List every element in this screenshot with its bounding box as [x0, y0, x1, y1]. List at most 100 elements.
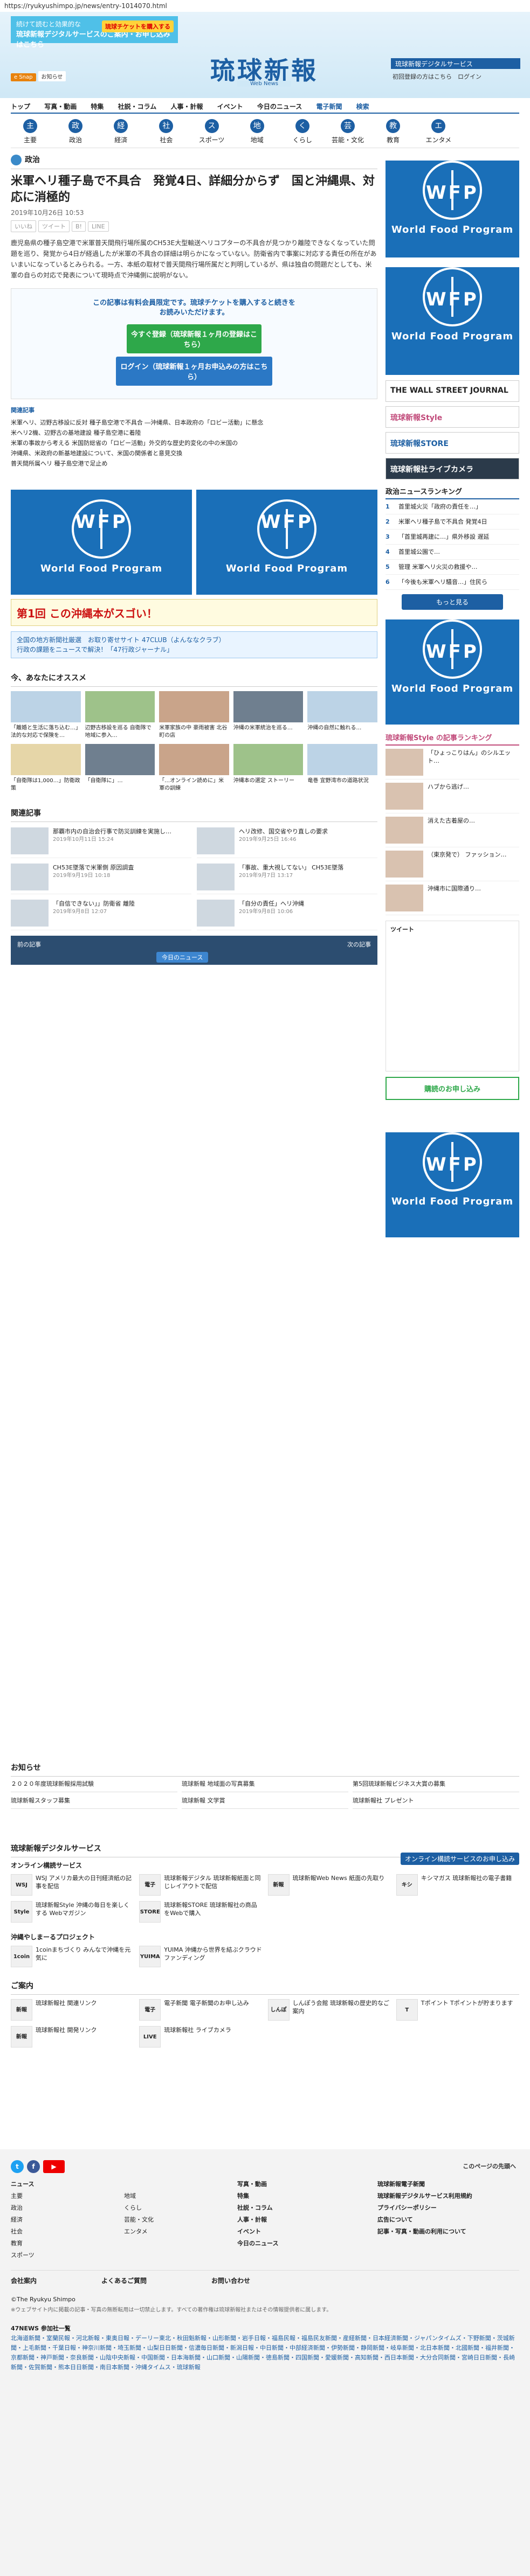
related-link[interactable]: 米軍の事故から考える 米国防総省の「ロビー活動」外交的な歴史的変化の中の米国の: [11, 438, 377, 448]
footer-link[interactable]: 芸能・文化: [124, 2214, 232, 2226]
guide-item[interactable]: しんぽ しんぽう会館 琉球新報の歴史的なご案内: [267, 1999, 391, 2021]
youtube-icon[interactable]: ▶: [43, 2160, 65, 2173]
faq-link[interactable]: よくあるご質問: [101, 2276, 147, 2285]
tweet-button[interactable]: ツイート: [38, 220, 70, 232]
side-wfp-ad[interactable]: WFP World Food Program: [386, 161, 519, 257]
subscribe-button[interactable]: 今すぐ登録（琉球新報１ヶ月の登録はこちら）: [127, 324, 261, 353]
recommend-card[interactable]: 「自衛隊は1,000…」防衛政策: [11, 744, 81, 792]
footer-link[interactable]: 写真・動画: [237, 2178, 372, 2190]
url-bar[interactable]: https://ryukyushimpo.jp/news/entry-10140…: [0, 0, 530, 12]
footer-link[interactable]: 社会: [11, 2226, 119, 2238]
digital-item[interactable]: キシ キシマガス 琉球新報社の電子書籍: [396, 1874, 519, 1896]
notice-item[interactable]: 琉球新報 文学賞: [182, 1797, 348, 1809]
digital-item[interactable]: WSJ WSJ アメリカ最大の日刊経済紙の記事を配信: [11, 1874, 134, 1896]
online-apply-button[interactable]: オンライン構読サービスのお申し込み: [400, 1853, 519, 1865]
nav-search[interactable]: 検索: [356, 100, 369, 114]
site-logo[interactable]: 琉球新報: [191, 51, 337, 85]
footer-link[interactable]: 記事・写真・動画の利用について: [377, 2226, 512, 2238]
digital-item[interactable]: Style 琉球新報Style 沖縄の毎日を楽しくする Webマガジン: [11, 1901, 134, 1923]
ranking-item[interactable]: 6 「今後も米軍ヘリ騒音…」住民ら: [386, 575, 519, 590]
cat-sports[interactable]: ススポーツ: [192, 116, 231, 144]
login-links[interactable]: 初回登録の方はこちら ログイン: [393, 72, 481, 81]
guide-item[interactable]: 新報 琉球新報社 開発リンク: [11, 2026, 134, 2048]
footer-link[interactable]: 主要: [11, 2190, 119, 2202]
style-item[interactable]: ハブから逃げ…: [386, 779, 519, 813]
news-entry[interactable]: 「事故、重大視してない」 CH53E墜落 2019年9月7日 13:17: [197, 864, 377, 894]
side-wfp-ad[interactable]: WFP World Food Program: [386, 619, 519, 725]
hatena-button[interactable]: B!: [72, 221, 86, 232]
store-banner[interactable]: 琉球新報STORE: [386, 432, 519, 454]
cat-politics[interactable]: 政政治: [56, 116, 95, 144]
side-wfp-ad[interactable]: WFP World Food Program: [386, 267, 519, 375]
nav-event[interactable]: イベント: [217, 100, 243, 114]
news-entry[interactable]: ヘリ改修、国交省やり直しの要求 2019年9月25日 16:46: [197, 827, 377, 858]
tab-esnap[interactable]: e Snap: [11, 73, 36, 81]
ticket-buy-button[interactable]: 琉球チケットを購入する: [102, 20, 174, 32]
footer-link[interactable]: 広告について: [377, 2214, 512, 2226]
news-entry[interactable]: CH53E墜落で米軍側 原因調査 2019年9月19日 10:18: [11, 864, 191, 894]
recommend-card[interactable]: 沖縄の米軍統治を巡る…: [233, 691, 304, 740]
style-item[interactable]: 「ひょっこりはん」のシルエット…: [386, 746, 519, 779]
line-button[interactable]: LINE: [87, 221, 109, 232]
notice-item[interactable]: 第5回琉球新報ビジネス大賞の募集: [353, 1780, 519, 1792]
footer-link[interactable]: 社説・コラム: [237, 2202, 372, 2214]
subscribe-cta-button[interactable]: 購読のお申し込み: [386, 1077, 519, 1100]
guide-item[interactable]: 電子 電子新聞 電子新聞のお申し込み: [139, 1999, 262, 2021]
recommend-card[interactable]: 「自衛隊に」…: [85, 744, 155, 792]
promo-link[interactable]: 行政の課題をニュースで解決！「47行政ジャーナル」: [17, 645, 371, 655]
style-banner[interactable]: 琉球新報Style: [386, 406, 519, 428]
guide-item[interactable]: 新報 琉球新報社 関連リンク: [11, 1999, 134, 2021]
next-article-link[interactable]: 次の記事: [347, 940, 371, 949]
login-button[interactable]: ログイン（琉球新報１ヶ月お申込みの方はこちら）: [116, 357, 272, 386]
nav-feature[interactable]: 特集: [91, 100, 104, 114]
footer-link[interactable]: 人事・計報: [237, 2214, 372, 2226]
wfp-ad[interactable]: WFP World Food Program: [196, 490, 377, 595]
wsj-banner[interactable]: THE WALL STREET JOURNAL: [386, 380, 519, 402]
footer-link[interactable]: エンタメ: [124, 2226, 232, 2238]
digital-service-link[interactable]: 琉球新報デジタルサービス: [391, 58, 520, 69]
ranking-item[interactable]: 4 首里城公園で…: [386, 545, 519, 560]
recommend-card[interactable]: 竜巻 宜野湾市の道路状況: [307, 744, 377, 792]
news-entry[interactable]: 「自分の責任」ヘリ沖縄 2019年9月8日 10:06: [197, 900, 377, 930]
recommend-card[interactable]: 沖縄の自然に触れる…: [307, 691, 377, 740]
footer-link[interactable]: くらし: [124, 2202, 232, 2214]
cat-culture[interactable]: 芸芸能・文化: [328, 116, 367, 144]
notice-item[interactable]: 琉球新報 地域面の写真募集: [182, 1780, 348, 1792]
top-ad-banner[interactable]: 続けて読むと効果的な 琉球新報デジタルサービスのご案内・お申し込みはこちら 琉球…: [11, 16, 178, 49]
livecam-banner[interactable]: 琉球新報社ライブカメラ: [386, 458, 519, 479]
cat-life[interactable]: くくらし: [283, 116, 322, 144]
footer-link[interactable]: 今日のニュース: [237, 2238, 372, 2250]
cat-education[interactable]: 教教育: [374, 116, 412, 144]
nav-people[interactable]: 人事・計報: [170, 100, 203, 114]
cat-entertainment[interactable]: エエンタメ: [419, 116, 458, 144]
footer-link[interactable]: 琉球新報デジタルサービス利用規約: [377, 2190, 512, 2202]
footer-link[interactable]: 政治: [11, 2202, 119, 2214]
press-links[interactable]: 北海道新聞・室蘭民報・河北新報・東奥日報・デーリー東北・秋田魁新報・山形新聞・岩…: [11, 2334, 519, 2372]
news-entry[interactable]: 「自信できない」」防衛省 離陸 2019年9月8日 12:07: [11, 900, 191, 930]
nav-epaper[interactable]: 電子新聞: [316, 100, 342, 114]
ranking-item[interactable]: 1 首里城火災「政府の責任を…」: [386, 499, 519, 514]
related-link[interactable]: 米軍ヘリ、辺野古移設に反対 種子島空港で不具合 ―沖縄県、日本政府の「ロビー活動…: [11, 418, 377, 427]
cat-main[interactable]: 主主要: [11, 116, 50, 144]
style-item[interactable]: 沖縄市に国際通り…: [386, 881, 519, 915]
related-link[interactable]: 普天間所属ヘリ 種子島空港で足止め: [11, 459, 377, 468]
notice-item[interactable]: 琉球新報スタッフ募集: [11, 1797, 177, 1809]
footer-link[interactable]: イベント: [237, 2226, 372, 2238]
recommend-card[interactable]: 「…オンライン読めに」米軍の訓練: [159, 744, 229, 792]
company-link[interactable]: 会社案内: [11, 2276, 37, 2285]
related-link[interactable]: 沖縄県、米政府の新基地建設について、米国の関係者と意見交換: [11, 449, 377, 458]
promo-link[interactable]: 全国の地方新聞社厳選 お取り寄せサイト 47CLUB（よんななクラブ）: [17, 635, 371, 645]
twitter-icon[interactable]: t: [11, 2160, 24, 2173]
nav-photo[interactable]: 写真・動画: [44, 100, 77, 114]
footer-link[interactable]: 地域: [124, 2190, 232, 2202]
guide-item[interactable]: T Tポイント Tポイントが貯まります: [396, 1999, 519, 2021]
style-item[interactable]: （東京発で） ファッション…: [386, 847, 519, 881]
related-link[interactable]: 米ヘリ2機、辺野古の基地建設 種子島空港に着陸: [11, 428, 377, 437]
ranking-item[interactable]: 5 管理 米軍ヘリ火災の救援や…: [386, 560, 519, 575]
more-ranking-button[interactable]: もっと見る: [402, 594, 503, 610]
footer-link[interactable]: プライバシーポリシー: [377, 2202, 512, 2214]
wfp-ad-pair[interactable]: WFP World Food Program WFP World Food Prog…: [11, 490, 377, 595]
footer-link[interactable]: 特集: [237, 2190, 372, 2202]
wfp-ad[interactable]: WFP World Food Program: [11, 490, 192, 595]
recommend-card[interactable]: 「離婚と生活に落ち込む…」法的な対応で保険を…: [11, 691, 81, 740]
